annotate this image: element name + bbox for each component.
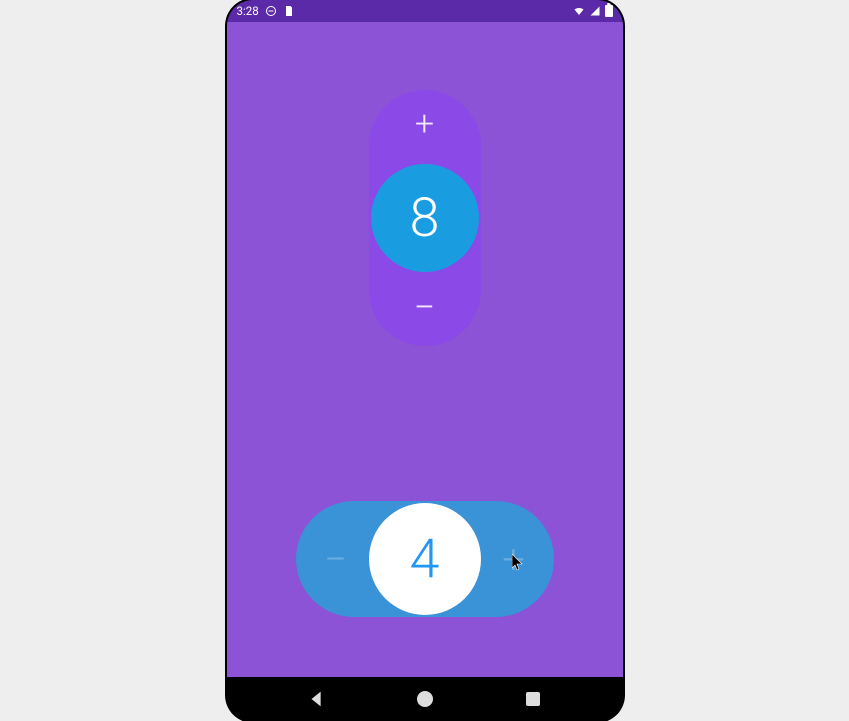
minus-icon: − xyxy=(324,536,347,583)
app-screen: + 8 − − 4 + xyxy=(227,22,623,677)
horizontal-stepper: − 4 + xyxy=(296,501,554,617)
vertical-stepper-knob[interactable]: 8 xyxy=(371,164,479,272)
do-not-disturb-icon xyxy=(265,5,277,17)
status-bar: 3:28 xyxy=(227,0,623,22)
horizontal-stepper-knob[interactable]: 4 xyxy=(369,503,481,615)
plus-icon: + xyxy=(415,104,434,144)
minus-icon: − xyxy=(414,286,436,330)
vertical-stepper: + 8 − xyxy=(369,90,481,346)
circle-icon xyxy=(417,691,433,707)
status-bar-right xyxy=(573,5,613,17)
increment-button[interactable]: + xyxy=(492,519,536,599)
vertical-stepper-value: 8 xyxy=(410,187,440,250)
status-bar-left: 3:28 xyxy=(237,4,295,18)
phone-frame: 3:28 + xyxy=(227,0,623,721)
increment-button[interactable]: + xyxy=(385,104,465,144)
square-icon xyxy=(526,692,540,706)
android-nav-bar xyxy=(227,677,623,721)
horizontal-stepper-value: 4 xyxy=(410,528,440,591)
nav-home-button[interactable] xyxy=(414,688,436,710)
battery-icon xyxy=(605,5,613,17)
plus-icon: + xyxy=(502,536,525,583)
cell-signal-icon xyxy=(589,5,601,17)
decrement-button[interactable]: − xyxy=(385,288,465,328)
decrement-button[interactable]: − xyxy=(314,519,358,599)
status-time: 3:28 xyxy=(237,4,259,18)
sd-card-icon xyxy=(283,5,295,17)
stage: 3:28 + xyxy=(0,0,849,721)
nav-back-button[interactable] xyxy=(306,688,328,710)
wifi-icon xyxy=(573,5,585,17)
nav-recents-button[interactable] xyxy=(522,688,544,710)
